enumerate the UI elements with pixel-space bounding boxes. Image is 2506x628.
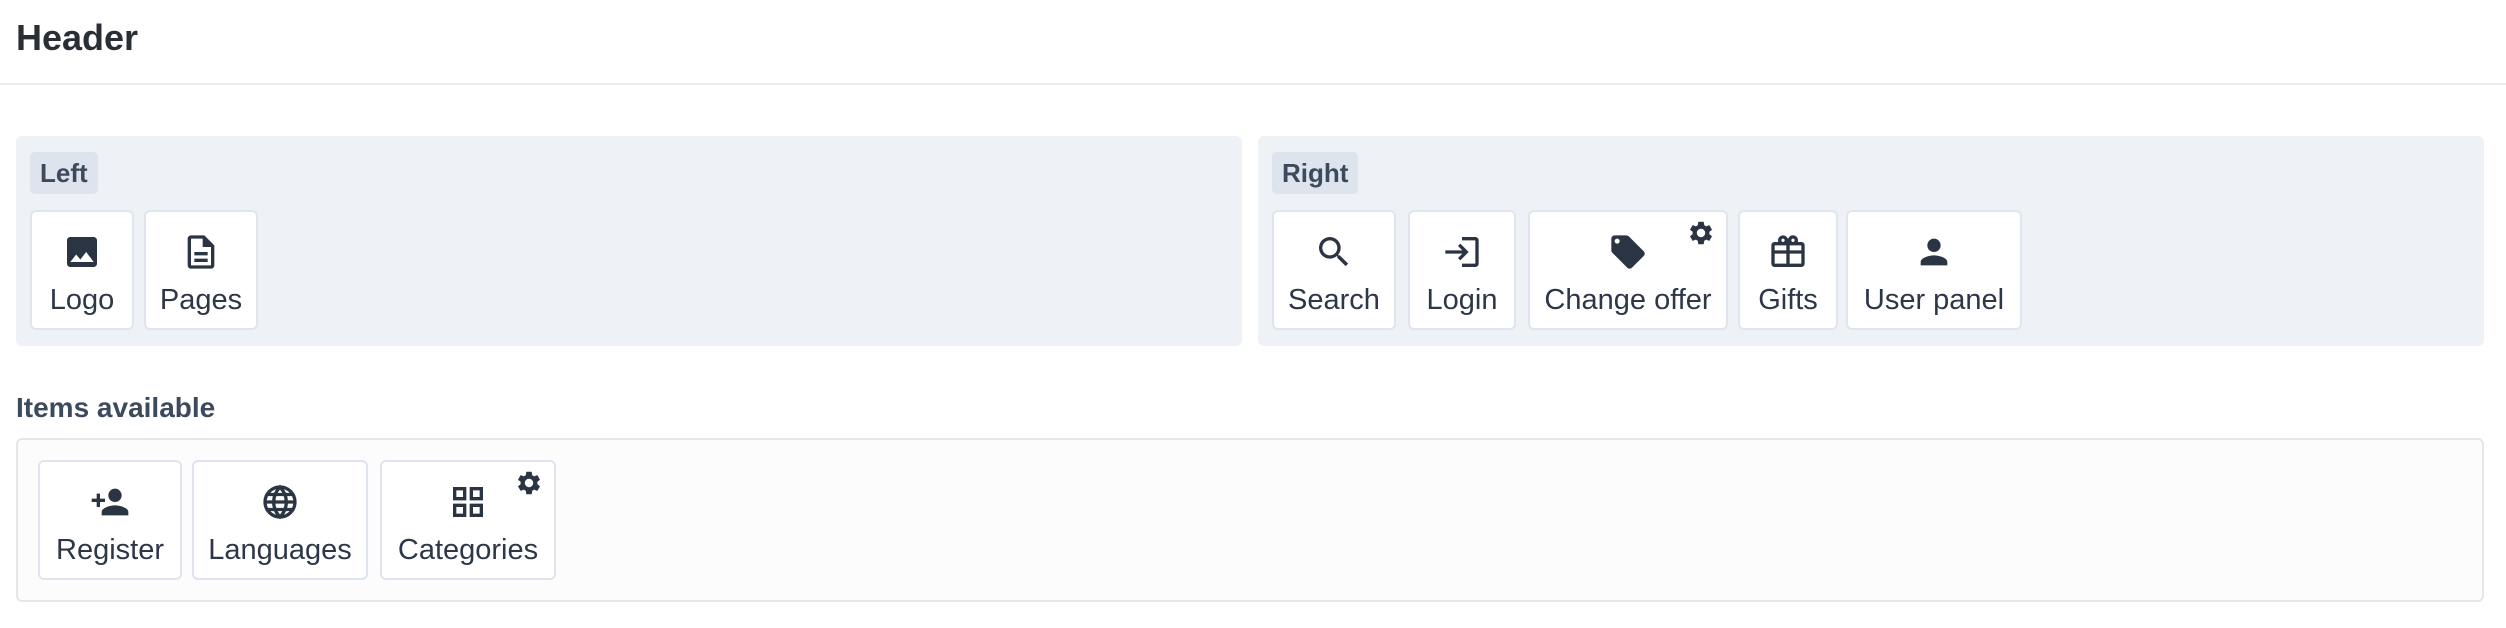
user-add-icon xyxy=(40,480,180,524)
globe-icon xyxy=(194,480,366,524)
user-icon xyxy=(1848,230,2020,274)
image-icon xyxy=(32,230,132,274)
item-label: Search xyxy=(1288,284,1380,316)
zone-left-label: Left xyxy=(30,152,98,194)
item-languages[interactable]: Languages xyxy=(192,460,368,580)
item-search[interactable]: Search xyxy=(1272,210,1396,330)
item-label: Categories xyxy=(397,534,539,566)
login-icon xyxy=(1410,230,1514,274)
zone-right-label: Right xyxy=(1272,152,1359,194)
item-label: Pages xyxy=(159,284,243,316)
item-label: Languages xyxy=(208,534,352,566)
item-logo[interactable]: Logo xyxy=(30,210,134,330)
item-pages[interactable]: Pages xyxy=(144,210,258,330)
item-label: Register xyxy=(56,534,164,566)
gear-icon[interactable] xyxy=(1686,218,1716,248)
item-label: User panel xyxy=(1863,284,2005,316)
search-icon xyxy=(1274,230,1394,274)
item-label: Gifts xyxy=(1758,284,1818,316)
item-categories[interactable]: Categories xyxy=(380,460,556,580)
gear-icon[interactable] xyxy=(514,468,544,498)
gift-icon xyxy=(1740,230,1836,274)
item-label: Change offer xyxy=(1544,284,1712,316)
page-title: Header xyxy=(16,17,139,58)
item-label: Login xyxy=(1426,284,1498,316)
zone-right[interactable]: Right Search Login Change offer Gifts Us… xyxy=(1258,136,2484,346)
item-login[interactable]: Login xyxy=(1408,210,1516,330)
item-register[interactable]: Register xyxy=(38,460,182,580)
item-label: Logo xyxy=(49,284,115,316)
item-change-offer[interactable]: Change offer xyxy=(1528,210,1728,330)
document-icon xyxy=(146,230,256,274)
zone-left[interactable]: Left Logo Pages xyxy=(16,136,1242,346)
item-user-panel[interactable]: User panel xyxy=(1846,210,2022,330)
item-gifts[interactable]: Gifts xyxy=(1738,210,1838,330)
page-header: Header xyxy=(0,0,2506,85)
items-available-zone[interactable]: Register Languages Categories xyxy=(16,438,2484,602)
items-available-title: Items available xyxy=(16,392,216,423)
